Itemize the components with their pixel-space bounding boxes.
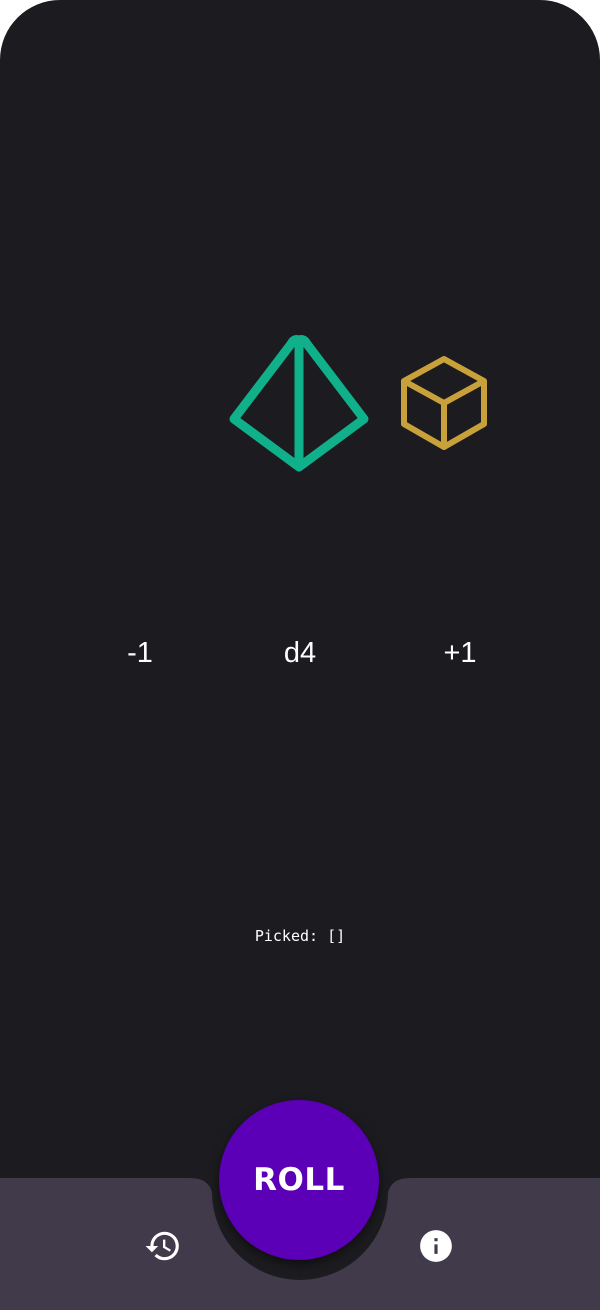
history-button[interactable] — [139, 1222, 187, 1270]
info-button[interactable] — [412, 1222, 460, 1270]
picked-dice-text: Picked: [] — [254, 927, 346, 945]
roll-button[interactable]: ROLL — [219, 1100, 379, 1260]
info-icon — [420, 1230, 452, 1262]
increment-button[interactable]: +1 — [400, 628, 520, 678]
d6-die[interactable] — [398, 354, 490, 452]
tetrahedron-icon — [229, 335, 369, 472]
cube-icon — [401, 356, 487, 450]
d4-die[interactable] — [228, 332, 370, 474]
history-icon — [145, 1231, 179, 1261]
dice-roller-screen: -1 d4 +1 Picked: [] ROLL — [0, 0, 600, 1310]
decrement-button[interactable]: -1 — [80, 628, 200, 678]
die-type-label: d4 — [283, 637, 317, 669]
